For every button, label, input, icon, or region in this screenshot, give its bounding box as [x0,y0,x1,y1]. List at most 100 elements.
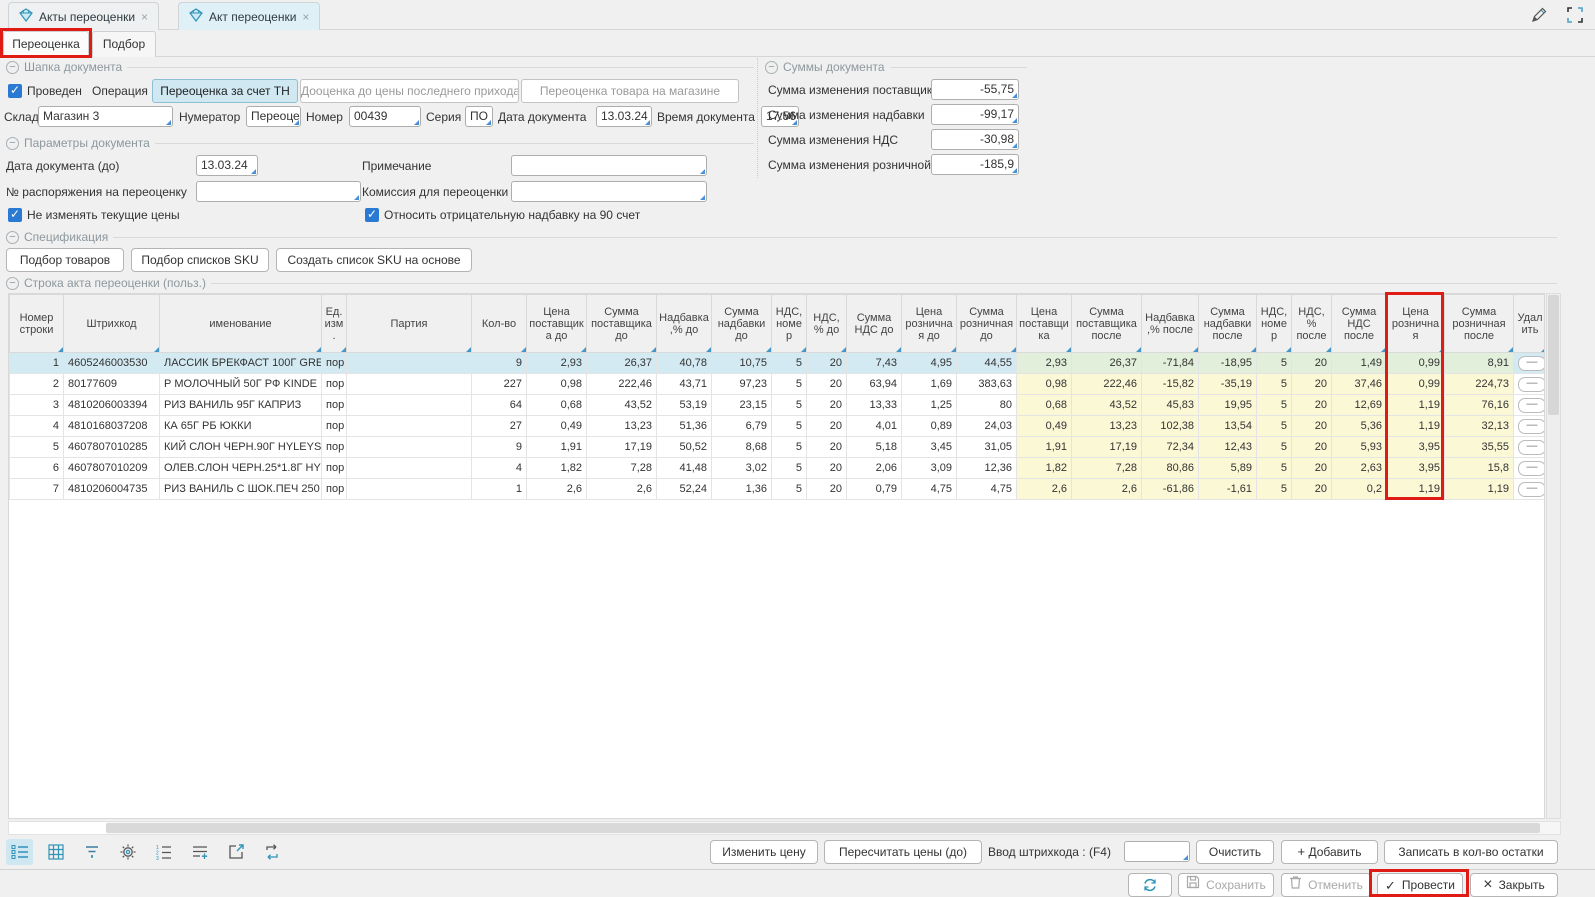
table-cell[interactable]: 0,99 [1387,353,1445,374]
keep-prices-checkbox[interactable] [8,208,22,222]
data-dokumenta-field[interactable]: 13.03.24 [596,106,652,127]
table-cell[interactable]: 1,19 [1387,416,1445,437]
table-cell[interactable]: 5,18 [847,437,902,458]
table-cell[interactable]: 13,33 [847,395,902,416]
table-cell[interactable]: 17,19 [1072,437,1142,458]
filter-icon[interactable] [78,839,105,865]
gear-icon[interactable] [114,839,141,865]
sum-value-field[interactable]: -185,9 [931,154,1019,175]
table-cell[interactable]: 45,83 [1142,395,1199,416]
table-cell[interactable]: 4810206003394 [64,395,160,416]
table-cell[interactable]: 3,95 [1387,458,1445,479]
table-cell[interactable]: Р МОЛОЧНЫЙ 50Г РФ KINDE [160,374,322,395]
table-cell[interactable]: 23,15 [712,395,772,416]
column-header[interactable]: Цена поставщика [1017,295,1072,353]
column-header[interactable]: Штрихкод [64,295,160,353]
table-cell[interactable] [347,353,472,374]
table-cell[interactable]: 13,23 [587,416,657,437]
table-cell[interactable]: -71,84 [1142,353,1199,374]
table-cell[interactable]: пор [322,437,347,458]
table-cell[interactable]: 2,6 [1017,479,1072,500]
table-cell[interactable]: 5 [772,437,807,458]
table-cell[interactable]: 20 [1292,416,1332,437]
tab-podbor[interactable]: Подбор [92,31,156,57]
table-cell[interactable]: -1,61 [1199,479,1257,500]
tab-pereotsenka[interactable]: Переоценка [3,31,89,57]
table-cell[interactable]: 2,93 [1017,353,1072,374]
table-cell[interactable]: 2,93 [527,353,587,374]
table-cell[interactable]: 0,98 [527,374,587,395]
spec-button-1[interactable]: Подбор списков SKU [131,248,269,272]
table-cell[interactable]: 9 [472,353,527,374]
table-cell[interactable]: 13,23 [1072,416,1142,437]
table-cell[interactable]: — [1514,479,1546,500]
table-cell[interactable]: 227 [472,374,527,395]
table-cell[interactable]: — [1514,437,1546,458]
table-cell[interactable]: 4,95 [902,353,957,374]
table-cell[interactable]: 19,95 [1199,395,1257,416]
table-cell[interactable]: 44,55 [957,353,1017,374]
table-cell[interactable]: 4607807010285 [64,437,160,458]
table-cell[interactable]: 80 [957,395,1017,416]
table-cell[interactable]: 0,99 [1387,374,1445,395]
column-header[interactable]: НДС, % до [807,295,847,353]
collapse-icon[interactable]: − [6,231,19,244]
clear-button[interactable]: Очистить [1196,840,1274,864]
table-cell[interactable]: 5,93 [1332,437,1387,458]
table-cell[interactable]: 5 [772,395,807,416]
delete-row-button[interactable]: — [1518,440,1545,455]
table-cell[interactable]: 35,55 [1445,437,1514,458]
table-cell[interactable]: 0,79 [847,479,902,500]
table-cell[interactable] [347,458,472,479]
table-row[interactable]: 280177609Р МОЛОЧНЫЙ 50Г РФ KINDEпор2270,… [10,374,1546,395]
table-cell[interactable]: 20 [807,374,847,395]
table-cell[interactable]: 224,73 [1445,374,1514,395]
table-cell[interactable]: 4,01 [847,416,902,437]
table-cell[interactable]: 1,25 [902,395,957,416]
sklad-field[interactable]: Магазин 3 [38,106,173,127]
delete-row-button[interactable]: — [1518,419,1545,434]
table-cell[interactable]: 52,24 [657,479,712,500]
table-cell[interactable]: 1,91 [527,437,587,458]
repeat-icon[interactable] [258,839,285,865]
table-cell[interactable]: 31,05 [957,437,1017,458]
table-cell[interactable]: 2,6 [1072,479,1142,500]
table-cell[interactable]: 12,43 [1199,437,1257,458]
table-cell[interactable]: 1,19 [1387,479,1445,500]
table-cell[interactable]: 5 [772,374,807,395]
table-cell[interactable]: 5 [1257,353,1292,374]
table-cell[interactable]: 0,68 [1017,395,1072,416]
column-header[interactable]: Сумма НДС до [847,295,902,353]
table-cell[interactable]: 1,69 [902,374,957,395]
table-cell[interactable]: КА 65Г РБ ЮККИ [160,416,322,437]
table-cell[interactable]: 80,86 [1142,458,1199,479]
table-cell[interactable]: 6,79 [712,416,772,437]
table-cell[interactable]: 20 [807,479,847,500]
table-cell[interactable]: 5 [772,479,807,500]
table-cell[interactable]: 20 [807,437,847,458]
table-cell[interactable]: 3,45 [902,437,957,458]
table-cell[interactable]: 1,82 [527,458,587,479]
table-row[interactable]: 74810206004735РИЗ ВАНИЛЬ С ШОК.ПЕЧ 250по… [10,479,1546,500]
table-cell[interactable]: 12,36 [957,458,1017,479]
table-cell[interactable]: КИЙ СЛОН ЧЕРН.90Г HYLEYS [160,437,322,458]
table-cell[interactable]: 43,52 [1072,395,1142,416]
table-cell[interactable]: 1 [10,353,64,374]
table-cell[interactable]: 9 [472,437,527,458]
table-row[interactable]: 64607807010209ОЛЕВ.СЛОН ЧЕРН.25*1.8Г HYL… [10,458,1546,479]
table-cell[interactable]: — [1514,395,1546,416]
table-cell[interactable]: пор [322,458,347,479]
column-header[interactable]: именование [160,295,322,353]
column-header[interactable]: Надбавка ,% после [1142,295,1199,353]
table-cell[interactable]: 4605246003530 [64,353,160,374]
table-cell[interactable]: 0,89 [902,416,957,437]
table-cell[interactable]: пор [322,374,347,395]
sum-value-field[interactable]: -55,75 [931,79,1019,100]
table-cell[interactable]: 222,46 [587,374,657,395]
change-price-button[interactable]: Изменить цену [710,840,818,864]
table-cell[interactable]: 1,91 [1017,437,1072,458]
seriya-field[interactable]: ПО [465,106,493,127]
spec-button-0[interactable]: Подбор товаров [6,248,124,272]
close-button[interactable]: × Закрыть [1470,873,1558,897]
doc-tab-akt-pereotsenki[interactable]: Акт переоценки × [178,2,320,30]
